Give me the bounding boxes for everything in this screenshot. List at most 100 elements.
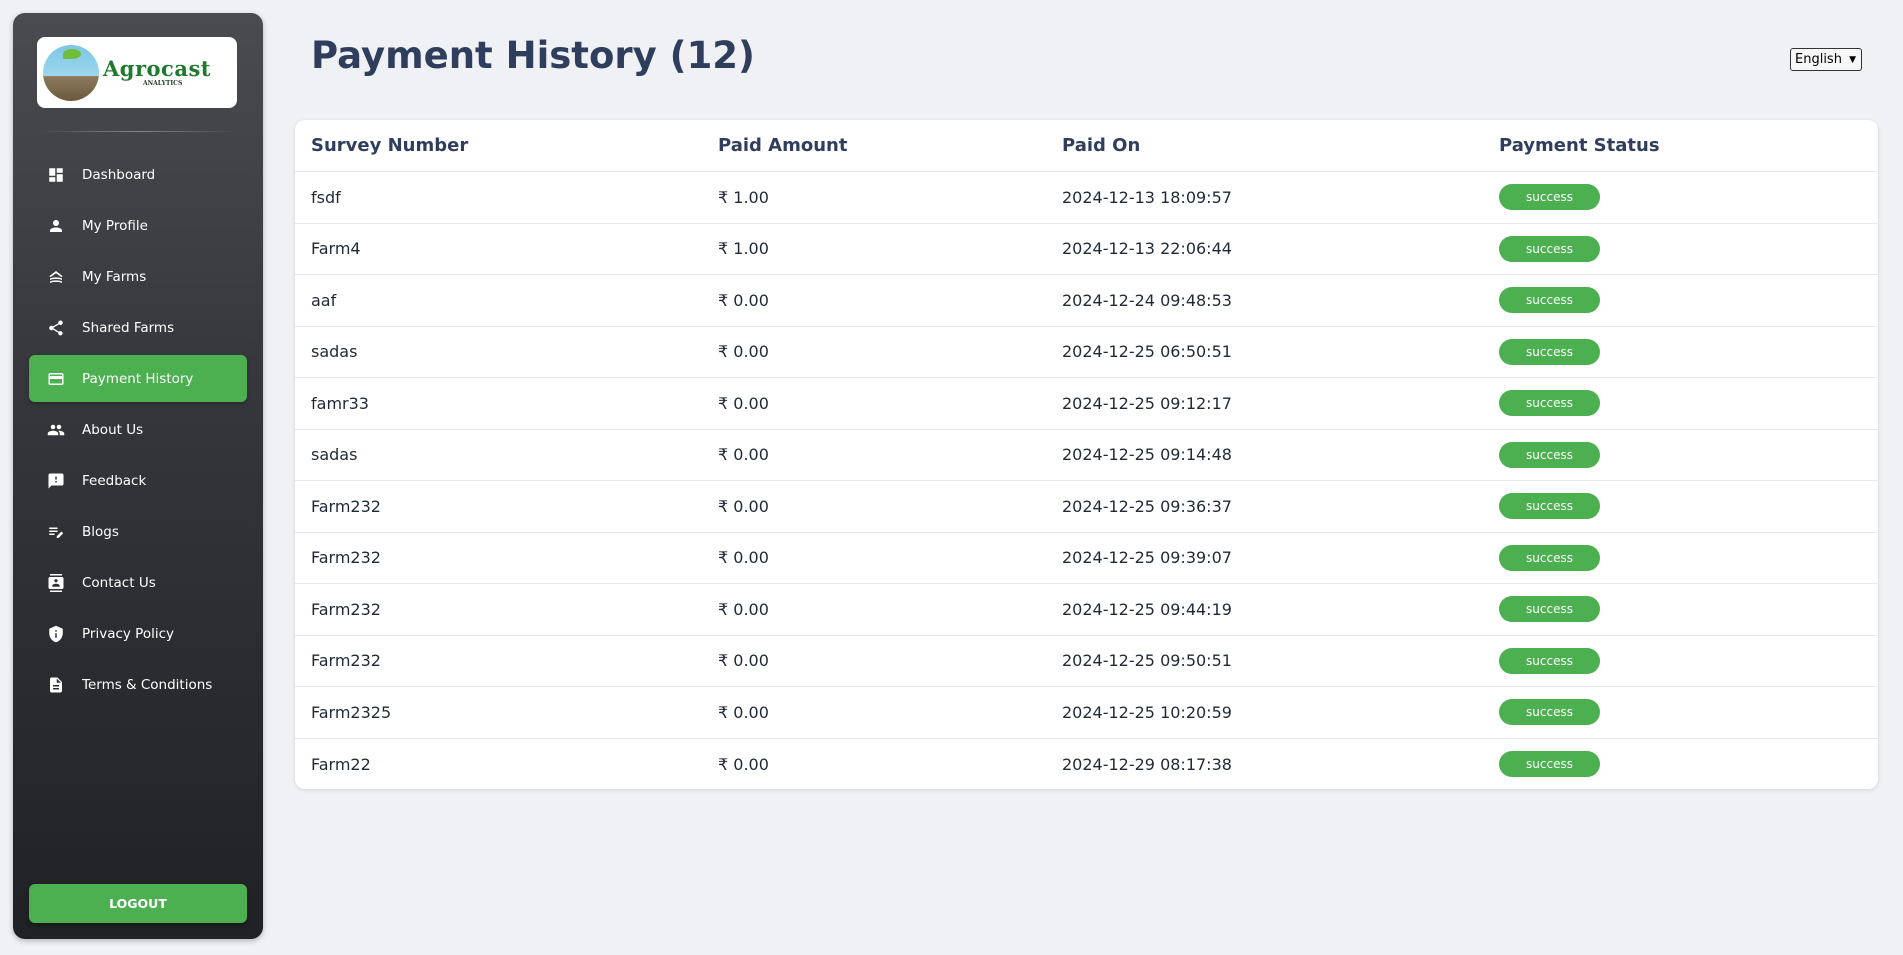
sidebar-item-label: About Us [82, 421, 144, 438]
group-icon [46, 420, 66, 440]
table-row: Farm232 ₹ 0.00 2024-12-25 09:50:51 success [295, 636, 1878, 687]
payment-table: Survey Number Paid Amount Paid On Paymen… [295, 120, 1878, 789]
payment-status-cell: success [1483, 441, 1878, 468]
survey-number-cell: Farm4 [311, 239, 361, 259]
paid-amount-cell: ₹ 0.00 [718, 290, 769, 310]
page-title: Payment History (12) [311, 34, 755, 77]
sidebar-item-my-farms[interactable]: My Farms [29, 253, 247, 300]
paid-on-cell: 2024-12-25 09:44:19 [1062, 599, 1232, 619]
survey-number-cell: Farm232 [311, 548, 381, 568]
paid-amount-cell: ₹ 1.00 [718, 239, 769, 259]
payment-status-cell: success [1483, 596, 1878, 623]
language-select-value: English [1795, 52, 1842, 67]
paid-amount-cell: ₹ 0.00 [718, 651, 769, 671]
status-badge: success [1499, 235, 1600, 262]
paid-on-cell: 2024-12-25 09:50:51 [1062, 651, 1232, 671]
chevron-down-icon: ▼ [1849, 54, 1856, 65]
logo[interactable]: Agrocast ANALYTICS [37, 37, 237, 108]
paid-amount-cell: ₹ 0.00 [718, 702, 769, 722]
table-row: sadas ₹ 0.00 2024-12-25 06:50:51 success [295, 327, 1878, 378]
status-badge: success [1499, 596, 1600, 623]
paid-amount-cell: ₹ 0.00 [718, 754, 769, 774]
payment-status-cell: success [1483, 699, 1878, 726]
sidebar: Agrocast ANALYTICS Dashboard My Profile … [13, 13, 263, 939]
edit-note-icon [46, 522, 66, 542]
payment-status-cell: success [1483, 544, 1878, 571]
status-badge: success [1499, 493, 1600, 520]
logo-globe-icon [43, 44, 99, 101]
sidebar-item-about-us[interactable]: About Us [29, 406, 247, 453]
contact-icon [46, 573, 66, 593]
payment-status-cell: success [1483, 390, 1878, 417]
table-row: Farm232 ₹ 0.00 2024-12-25 09:36:37 success [295, 481, 1878, 533]
survey-number-cell: Farm232 [311, 599, 381, 619]
logout-button[interactable]: LOGOUT [29, 884, 247, 923]
sidebar-item-label: Blogs [82, 523, 119, 540]
sidebar-item-payment-history[interactable]: Payment History [29, 355, 247, 402]
document-icon [46, 675, 66, 695]
sidebar-item-label: My Profile [82, 217, 148, 234]
column-header-paid-on[interactable]: Paid On [1046, 135, 1483, 156]
sidebar-item-privacy-policy[interactable]: Privacy Policy [29, 610, 247, 657]
paid-on-cell: 2024-12-25 09:14:48 [1062, 445, 1232, 465]
share-icon [46, 318, 66, 338]
paid-amount-cell: ₹ 0.00 [718, 393, 769, 413]
sidebar-item-blogs[interactable]: Blogs [29, 508, 247, 555]
logo-subtext: ANALYTICS [143, 80, 183, 87]
sidebar-item-label: Contact Us [82, 574, 156, 591]
status-badge: success [1499, 441, 1600, 468]
paid-on-cell: 2024-12-13 18:09:57 [1062, 187, 1232, 207]
sidebar-divider [37, 131, 237, 132]
table-body: fsdf ₹ 1.00 2024-12-13 18:09:57 success Farm… [295, 172, 1878, 789]
credit-card-icon [46, 369, 66, 389]
farm-icon [46, 267, 66, 287]
sidebar-item-label: Privacy Policy [82, 625, 175, 642]
status-badge: success [1499, 699, 1600, 726]
person-icon [46, 216, 66, 236]
payment-status-cell: success [1483, 493, 1878, 520]
payment-status-cell: success [1483, 287, 1878, 314]
sidebar-item-contact-us[interactable]: Contact Us [29, 559, 247, 606]
paid-amount-cell: ₹ 0.00 [718, 445, 769, 465]
sidebar-item-feedback[interactable]: Feedback [29, 457, 247, 504]
table-row: fsdf ₹ 1.00 2024-12-13 18:09:57 success [295, 172, 1878, 224]
logo-text: Agrocast [103, 56, 211, 81]
survey-number-cell: Farm22 [311, 754, 371, 774]
sidebar-item-label: My Farms [82, 268, 147, 285]
sidebar-item-my-profile[interactable]: My Profile [29, 202, 247, 249]
column-header-survey-number[interactable]: Survey Number [295, 135, 702, 156]
column-header-payment-status[interactable]: Payment Status [1483, 135, 1878, 156]
paid-on-cell: 2024-12-13 22:06:44 [1062, 239, 1232, 259]
payment-status-cell: success [1483, 235, 1878, 262]
survey-number-cell: famr33 [311, 393, 369, 413]
survey-number-cell: sadas [311, 445, 358, 465]
paid-amount-cell: ₹ 0.00 [718, 599, 769, 619]
survey-number-cell: fsdf [311, 187, 341, 207]
sidebar-item-terms-conditions[interactable]: Terms & Conditions [29, 661, 247, 708]
column-header-paid-amount[interactable]: Paid Amount [702, 135, 1046, 156]
table-row: Farm22 ₹ 0.00 2024-12-29 08:17:38 success [295, 739, 1878, 790]
paid-amount-cell: ₹ 1.00 [718, 187, 769, 207]
survey-number-cell: sadas [311, 342, 358, 362]
table-row: Farm4 ₹ 1.00 2024-12-13 22:06:44 success [295, 224, 1878, 275]
paid-on-cell: 2024-12-24 09:48:53 [1062, 290, 1232, 310]
paid-on-cell: 2024-12-25 09:39:07 [1062, 548, 1232, 568]
table-row: Farm232 ₹ 0.00 2024-12-25 09:44:19 success [295, 584, 1878, 636]
status-badge: success [1499, 184, 1600, 211]
sidebar-item-dashboard[interactable]: Dashboard [29, 151, 247, 198]
table-row: Farm232 ₹ 0.00 2024-12-25 09:39:07 success [295, 533, 1878, 584]
sidebar-item-shared-farms[interactable]: Shared Farms [29, 304, 247, 351]
payment-status-cell: success [1483, 647, 1878, 674]
survey-number-cell: aaf [311, 290, 337, 310]
payment-status-cell: success [1483, 184, 1878, 211]
language-select[interactable]: English ▼ [1790, 48, 1862, 71]
paid-on-cell: 2024-12-25 09:36:37 [1062, 496, 1232, 516]
sidebar-item-label: Dashboard [82, 166, 156, 183]
paid-on-cell: 2024-12-25 10:20:59 [1062, 702, 1232, 722]
table-row: sadas ₹ 0.00 2024-12-25 09:14:48 success [295, 430, 1878, 481]
survey-number-cell: Farm232 [311, 651, 381, 671]
feedback-icon [46, 471, 66, 491]
paid-amount-cell: ₹ 0.00 [718, 342, 769, 362]
table-row: famr33 ₹ 0.00 2024-12-25 09:12:17 success [295, 378, 1878, 430]
status-badge: success [1499, 544, 1600, 571]
